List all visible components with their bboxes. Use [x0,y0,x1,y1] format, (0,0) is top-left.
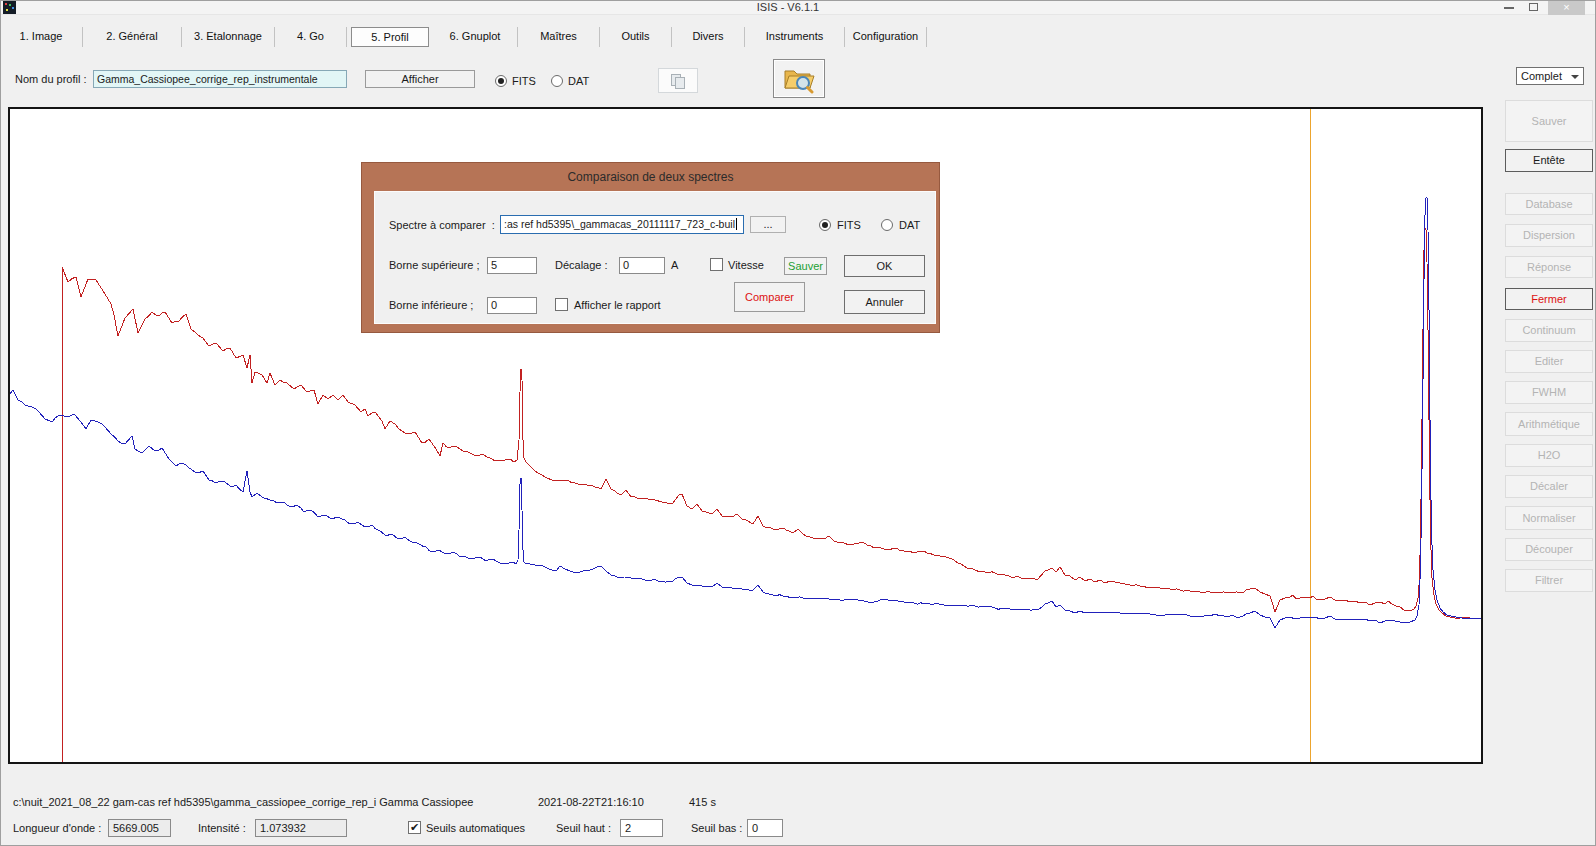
tab-divers[interactable]: Divers [672,27,745,47]
maximize-icon[interactable] [1529,3,1538,11]
profile-name-input[interactable]: Gamma_Cassiopee_corrige_rep_instrumental… [93,70,347,88]
dialog-dat-radio[interactable] [881,219,893,231]
copy-button[interactable] [658,68,698,93]
compare-button[interactable]: Comparer [734,282,805,312]
tab-configuration[interactable]: Configuration [845,27,927,47]
auto-thresholds-label: Seuils automatiques [426,822,525,834]
folder-search-icon [782,64,816,94]
dat-radio[interactable] [551,75,563,87]
sidebar-button-r-ponse: Réponse [1505,256,1593,278]
window-title: ISIS - V6.1.1 [0,1,1586,13]
sidebar-button-dispersion: Dispersion [1505,224,1593,247]
chevron-down-icon [1571,75,1579,79]
dialog-fits-radio[interactable] [819,219,831,231]
tab-2-g-n-ral[interactable]: 2. Général [83,27,182,47]
cancel-button[interactable]: Annuler [844,290,925,314]
tab-3-etalonnage[interactable]: 3. Etalonnage [182,27,275,47]
close-icon[interactable]: × [1548,0,1585,15]
dialog-save-button[interactable]: Sauver [784,257,827,275]
report-label: Afficher le rapport [574,299,661,311]
shift-unit-label: A [671,259,678,271]
sidebar-button-fermer[interactable]: Fermer [1505,288,1593,310]
view-mode-select[interactable]: Complet [1516,67,1584,85]
view-mode-value: Complet [1521,70,1562,82]
sidebar-button-normaliser: Normaliser [1505,506,1593,530]
lower-bound-input[interactable]: 0 [487,297,537,314]
status-datetime: 2021-08-22T21:16:10 [538,796,644,808]
intensity-value: 1.073932 [255,819,347,837]
sidebar-button-d-couper: Découper [1505,538,1593,561]
wavelength-label: Longueur d'onde : [13,822,101,834]
low-threshold-input[interactable]: 0 [747,819,783,837]
profile-name-label: Nom du profil : [15,73,87,85]
dialog-title: Comparaison de deux spectres [362,163,939,191]
status-path: c:\nuit_2021_08_22 gam-cas ref hd5395\ga… [13,796,473,808]
tab-4-go[interactable]: 4. Go [275,27,347,47]
ok-button[interactable]: OK [844,255,925,277]
shift-input[interactable]: 0 [619,257,665,274]
dialog-panel: Spectre à comparer : :as ref hd5395\_gam… [374,191,936,324]
dialog-fits-label: FITS [837,219,861,231]
low-threshold-label: Seuil bas : [691,822,742,834]
comparison-dialog: Comparaison de deux spectres Spectre à c… [361,162,940,333]
shift-label: Décalage : [555,259,608,271]
tab-outils[interactable]: Outils [600,27,672,47]
fits-radio[interactable] [495,75,507,87]
upper-bound-input[interactable]: 5 [487,257,537,274]
lower-bound-label: Borne inférieure ; [389,299,473,311]
sidebar-button-editer: Editer [1505,350,1593,373]
tab-1-image[interactable]: 1. Image [0,27,83,47]
dat-radio-label: DAT [568,75,589,87]
minimize-icon[interactable] [1504,7,1514,9]
show-button[interactable]: Afficher [365,70,475,88]
high-threshold-label: Seuil haut : [556,822,611,834]
sidebar-button-h2o: H2O [1505,444,1593,467]
sidebar-button-ent-te[interactable]: Entête [1505,149,1593,172]
browse-button[interactable]: ... [750,216,786,233]
spectrum-compare-label: Spectre à comparer : [389,219,495,231]
tab-5-profil[interactable]: 5. Profil [351,27,429,47]
sidebar-button-sauver: Sauver [1505,100,1593,142]
sidebar-button-continuum: Continuum [1505,319,1593,342]
title-bar: ISIS - V6.1.1 × [0,0,1596,15]
tab-6-gnuplot[interactable]: 6. Gnuplot [433,27,518,47]
dialog-dat-label: DAT [899,219,920,231]
high-threshold-input[interactable]: 2 [620,819,663,837]
tab-instruments[interactable]: Instruments [745,27,845,47]
sidebar-button-fwhm: FWHM [1505,381,1593,404]
open-file-button[interactable] [773,59,825,98]
upper-bound-label: Borne supérieure ; [389,259,480,271]
sidebar-button-arithm-tique: Arithmétique [1505,412,1593,436]
report-checkbox[interactable] [555,298,568,311]
speed-label: Vitesse [728,259,764,271]
tab-ma-tres[interactable]: Maîtres [518,27,600,47]
fits-radio-label: FITS [512,75,536,87]
sidebar-button-d-caler: Décaler [1505,475,1593,498]
sidebar-button-filtrer: Filtrer [1505,569,1593,592]
speed-checkbox[interactable] [710,258,723,271]
sidebar-button-database: Database [1505,193,1593,215]
spectrum-compare-input[interactable]: :as ref hd5395\_gammacas_20111117_723_c-… [500,215,744,234]
auto-thresholds-checkbox[interactable]: ✔ [408,821,421,834]
intensity-label: Intensité : [198,822,246,834]
status-exposure: 415 s [689,796,716,808]
wavelength-value: 5669.005 [108,819,171,837]
